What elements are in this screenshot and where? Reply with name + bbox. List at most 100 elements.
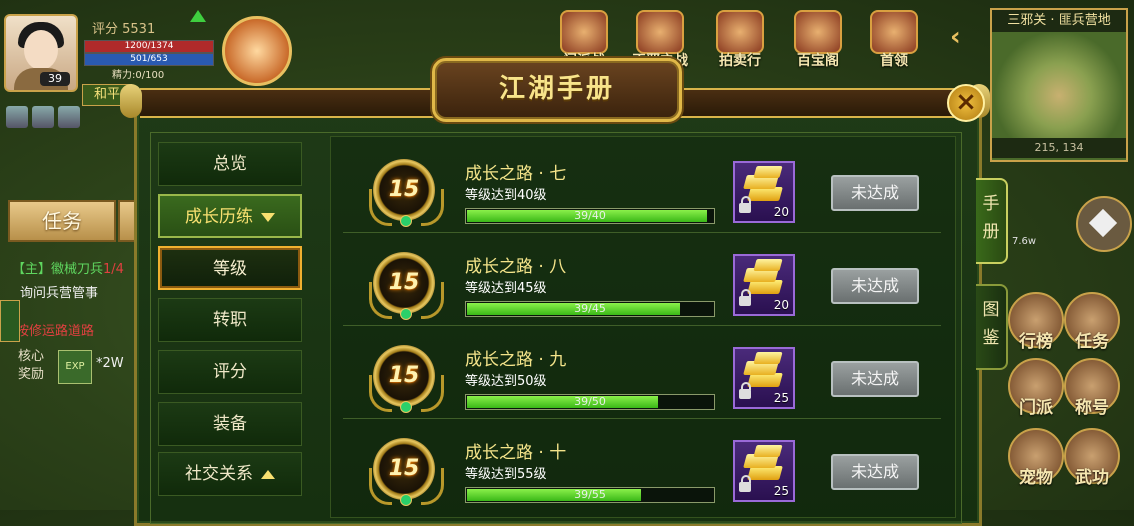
achievement-list[interactable]: 15 成长之路 · 七 等级达到40级 39/40 20 未达成 15 成长之路… [330, 136, 956, 518]
title-button[interactable]: 称号 [1064, 358, 1120, 418]
tab-handbook[interactable]: 手 册 [976, 178, 1008, 264]
reward-gold-ingot[interactable]: 20 [733, 254, 795, 316]
nav-item-overview[interactable]: 总览 [158, 142, 302, 186]
war-icon [636, 10, 684, 54]
achievement-title: 成长之路 · 十 [465, 443, 567, 463]
pet-label: 宠物 [1019, 468, 1053, 488]
buff-icon[interactable] [6, 106, 28, 128]
nav-category-social[interactable]: 社交关系 [158, 452, 302, 496]
boss-icon [870, 10, 918, 54]
nav-item-level[interactable]: 等级 [158, 246, 302, 290]
expand-down-icon [261, 212, 275, 222]
reward-gold-ingot[interactable]: 25 [733, 440, 795, 502]
progress-bar: 39/50 [465, 394, 715, 410]
nav-item-job-change[interactable]: 转职 [158, 298, 302, 342]
claim-button[interactable]: 未达成 [831, 268, 919, 304]
martial-arts-label: 武功 [1075, 468, 1109, 488]
top-menu-boss[interactable]: 首领 [866, 10, 922, 70]
gold-ingot-icon [747, 280, 783, 294]
achievement-row: 15 成长之路 · 九 等级达到50级 39/50 25 未达成 [343, 327, 941, 419]
buff-icons [6, 106, 86, 128]
gold-ingot-icon [753, 352, 783, 364]
top-menu-treasure[interactable]: 百宝阁 [790, 10, 846, 70]
menu-collapse-chevron-icon[interactable]: ‹ [950, 22, 961, 52]
abacus-icon [716, 10, 764, 54]
claim-button[interactable]: 未达成 [831, 361, 919, 397]
nav-item-equipment[interactable]: 装备 [158, 402, 302, 446]
progress-bar: 39/55 [465, 487, 715, 503]
gold-ingot-icon [753, 166, 783, 178]
exp-amount: *2W [96, 356, 124, 371]
claim-button[interactable]: 未达成 [831, 175, 919, 211]
task-button[interactable]: 任务 [1064, 292, 1120, 352]
reward-gold-ingot[interactable]: 20 [733, 161, 795, 223]
medal-gem-icon [400, 215, 412, 227]
close-button[interactable]: × [947, 84, 985, 122]
top-menu-label: 百宝阁 [797, 53, 839, 69]
settings-diamond-icon[interactable] [1076, 196, 1132, 252]
medal-gem-icon [400, 401, 412, 413]
pet-button[interactable]: 宠物 [1008, 428, 1064, 488]
ranking-button[interactable]: 行榜 [1008, 292, 1064, 352]
minimap-map[interactable] [992, 32, 1126, 138]
scroll-end-left [120, 84, 142, 118]
tab-codex[interactable]: 图 鉴 [976, 284, 1008, 370]
collapse-up-icon [261, 469, 275, 479]
gold-ingot-icon [747, 187, 783, 201]
reward-qty: 25 [773, 391, 789, 405]
quest-collapse-handle[interactable] [0, 300, 20, 342]
minimap[interactable]: 三邪关 · 匪兵营地 215, 134 [990, 8, 1128, 162]
martial-arts-button[interactable]: 武功 [1064, 428, 1120, 488]
medal-icon: 15 [373, 438, 435, 500]
pavilion-icon [794, 10, 842, 54]
mp-bar: 501/653 [84, 53, 214, 66]
top-menu-label: 拍卖行 [719, 53, 761, 69]
top-menu-label: 首领 [880, 53, 908, 69]
nav-category-growth[interactable]: 成长历练 [158, 194, 302, 238]
quest-secondary[interactable]: 按修运路道路 [16, 320, 94, 339]
reward-qty: 20 [773, 298, 789, 312]
claim-button[interactable]: 未达成 [831, 454, 919, 490]
quest-step[interactable]: 询问兵营管事 [20, 282, 98, 301]
sect-button[interactable]: 门派 [1008, 358, 1064, 418]
achievement-desc: 等级达到50级 [465, 374, 547, 389]
sect-label: 门派 [1019, 398, 1053, 418]
gold-ingot-icon [753, 445, 783, 457]
ranking-label: 行榜 [1019, 332, 1053, 352]
medal-icon: 15 [373, 159, 435, 221]
achievement-title: 成长之路 · 八 [465, 257, 567, 277]
progress-text: 39/45 [574, 302, 606, 315]
gold-ingot-icon [747, 373, 783, 387]
quest-progress: 1/4 [103, 262, 124, 277]
exp-icon: EXP [58, 350, 92, 384]
progress-bar: 39/40 [465, 208, 715, 224]
task-tab-button[interactable]: 任务 [8, 200, 116, 242]
buff-icon[interactable] [58, 106, 80, 128]
progress-text: 39/50 [574, 395, 606, 408]
door-icon [560, 10, 608, 54]
rage-skill-icon[interactable] [222, 16, 292, 86]
title-label: 称号 [1075, 398, 1109, 418]
energy-text: 精力:0/100 [112, 70, 165, 81]
score-up-arrow-icon [190, 10, 206, 22]
medal-gem-icon [400, 494, 412, 506]
panel-title: 江湖手册 [432, 58, 682, 122]
task-label: 任务 [1075, 332, 1109, 352]
nav-category-label: 社交关系 [185, 464, 253, 484]
row-divider [343, 232, 941, 233]
nav-item-rating[interactable]: 评分 [158, 350, 302, 394]
core-reward-label: 核心 奖励 [18, 349, 45, 382]
quest-tag: 【主】 [12, 262, 52, 277]
achievement-title: 成长之路 · 七 [465, 164, 567, 184]
reward-qty: 25 [773, 484, 789, 498]
buff-icon[interactable] [32, 106, 54, 128]
diamond-icon [1088, 208, 1118, 238]
nav-category-label: 成长历练 [185, 207, 253, 227]
reward-gold-ingot[interactable]: 25 [733, 347, 795, 409]
quest-main[interactable]: 【主】徽械刀兵1/4 [12, 258, 124, 277]
quest-name: 徽械刀兵 [51, 262, 104, 277]
top-menu-auction[interactable]: 拍卖行 [712, 10, 768, 70]
achievement-row: 15 成长之路 · 十 等级达到55级 39/55 25 未达成 [343, 420, 941, 512]
achievement-title: 成长之路 · 九 [465, 350, 567, 370]
achievement-desc: 等级达到45级 [465, 281, 547, 296]
